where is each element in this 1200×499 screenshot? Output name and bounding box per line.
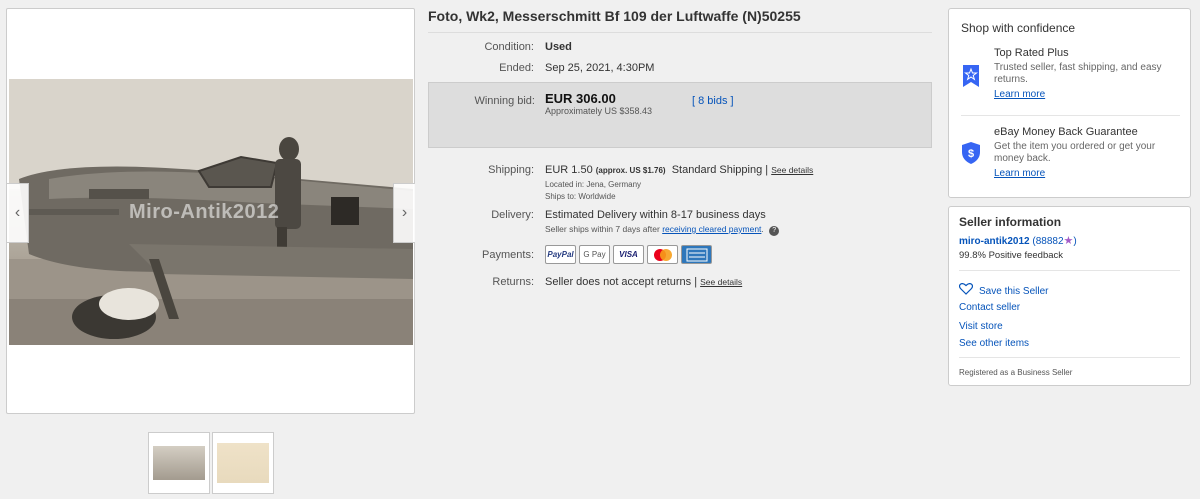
next-image-button[interactable]: › bbox=[393, 183, 415, 243]
winning-bid-value: EUR 306.00 bbox=[545, 91, 616, 106]
delivery-value: Estimated Delivery within 8-17 business … bbox=[545, 209, 766, 221]
shipping-value: EUR 1.50 bbox=[545, 164, 593, 176]
money-back-desc: Get the item you ordered or get your mon… bbox=[994, 141, 1156, 164]
delivery-note-line: Seller ships within 7 days after receivi… bbox=[545, 224, 780, 236]
svg-text:$: $ bbox=[968, 148, 974, 160]
condition-value: Used bbox=[545, 41, 572, 53]
info-icon[interactable]: ? bbox=[769, 226, 780, 236]
divider bbox=[959, 357, 1180, 358]
mastercard-icon bbox=[647, 245, 678, 264]
shipping-see-details-link[interactable]: See details bbox=[771, 165, 813, 175]
top-rated-feature: Top Rated Plus Trusted seller, fast ship… bbox=[994, 47, 1184, 100]
seller-name-link[interactable]: miro-antik2012 bbox=[959, 236, 1030, 247]
top-rated-learn-more-link[interactable]: Learn more bbox=[994, 89, 1184, 100]
returns-see-details-link[interactable]: See details bbox=[700, 277, 742, 287]
returns-label: Returns: bbox=[492, 276, 534, 288]
thumbnail-strip bbox=[148, 432, 274, 494]
positive-feedback: 99.8% Positive feedback bbox=[959, 250, 1064, 261]
thumbnail-2[interactable] bbox=[212, 432, 274, 494]
confidence-title: Shop with confidence bbox=[961, 21, 1076, 35]
main-photo[interactable]: Miro-Antik2012 bbox=[9, 79, 413, 345]
image-gallery: Miro-Antik2012 ‹ › bbox=[6, 8, 415, 414]
top-rated-desc: Trusted seller, fast shipping, and easy … bbox=[994, 62, 1162, 85]
paypal-icon: PayPal bbox=[545, 245, 576, 264]
chevron-right-icon: › bbox=[401, 204, 408, 221]
approx-value: Approximately US $358.43 bbox=[545, 106, 653, 116]
visit-store-link[interactable]: Visit store bbox=[959, 321, 1003, 332]
money-back-feature: eBay Money Back Guarantee Get the item y… bbox=[994, 126, 1184, 179]
registered-business: Registered as a Business Seller bbox=[959, 368, 1073, 377]
delivery-note: Seller ships within 7 days after bbox=[545, 224, 660, 234]
feedback-score-link[interactable]: (88882 bbox=[1032, 236, 1063, 247]
shipping-label: Shipping: bbox=[488, 164, 534, 176]
save-seller-button[interactable]: Save this Seller bbox=[958, 282, 1049, 300]
divider bbox=[961, 115, 1180, 116]
feedback-score-close: ) bbox=[1073, 236, 1077, 247]
ribbon-icon bbox=[961, 63, 981, 94]
previous-image-button[interactable]: ‹ bbox=[7, 183, 29, 243]
google-pay-icon: G Pay bbox=[579, 245, 610, 264]
thumbnail-1[interactable] bbox=[148, 432, 210, 494]
heart-icon bbox=[958, 282, 974, 300]
chevron-left-icon: ‹ bbox=[14, 204, 21, 221]
located-in: Located in: Jena, Germany bbox=[545, 180, 642, 189]
payments-label: Payments: bbox=[482, 249, 534, 261]
watermark: Miro-Antik2012 bbox=[129, 201, 280, 223]
contact-seller-link[interactable]: Contact seller bbox=[959, 302, 1020, 313]
money-back-learn-more-link[interactable]: Learn more bbox=[994, 168, 1184, 179]
shield-icon: $ bbox=[961, 141, 981, 170]
shipping-method: Standard Shipping | bbox=[671, 164, 769, 176]
see-other-items-link[interactable]: See other items bbox=[959, 338, 1029, 349]
condition-label: Condition: bbox=[484, 41, 534, 53]
winning-bid-box: Winning bid: EUR 306.00 Approximately US… bbox=[428, 82, 932, 148]
seller-name-line: miro-antik2012 (88882★) bbox=[959, 234, 1077, 247]
amex-icon bbox=[681, 245, 712, 264]
listing-title: Foto, Wk2, Messerschmitt Bf 109 der Luft… bbox=[428, 8, 801, 24]
returns-value-line: Seller does not accept returns | See det… bbox=[545, 276, 742, 288]
ended-value: Sep 25, 2021, 4:30PM bbox=[545, 62, 655, 74]
returns-value: Seller does not accept returns | bbox=[545, 276, 698, 288]
winning-bid-label: Winning bid: bbox=[474, 95, 535, 107]
shop-with-confidence-box: Shop with confidence Top Rated Plus Trus… bbox=[948, 8, 1191, 198]
star-icon: ★ bbox=[1063, 235, 1074, 247]
cleared-payment-link[interactable]: receiving cleared payment bbox=[662, 224, 761, 234]
save-seller-label: Save this Seller bbox=[979, 285, 1049, 297]
divider bbox=[428, 32, 932, 33]
seller-info-title: Seller information bbox=[959, 215, 1062, 229]
delivery-label: Delivery: bbox=[491, 209, 534, 221]
seller-info-box: Seller information miro-antik2012 (88882… bbox=[948, 206, 1191, 386]
money-back-title: eBay Money Back Guarantee bbox=[994, 126, 1138, 138]
ships-to: Ships to: Worldwide bbox=[545, 192, 616, 201]
divider bbox=[959, 270, 1180, 271]
ended-label: Ended: bbox=[499, 62, 534, 74]
visa-icon: VISA bbox=[613, 245, 644, 264]
shipping-approx: (approx. US $1.76) bbox=[595, 166, 666, 175]
top-rated-title: Top Rated Plus bbox=[994, 47, 1069, 59]
bids-link[interactable]: [ 8 bids ] bbox=[692, 95, 734, 107]
payment-logos: PayPal G Pay VISA bbox=[545, 245, 712, 264]
shipping-value-line: EUR 1.50 (approx. US $1.76) Standard Shi… bbox=[545, 164, 813, 176]
